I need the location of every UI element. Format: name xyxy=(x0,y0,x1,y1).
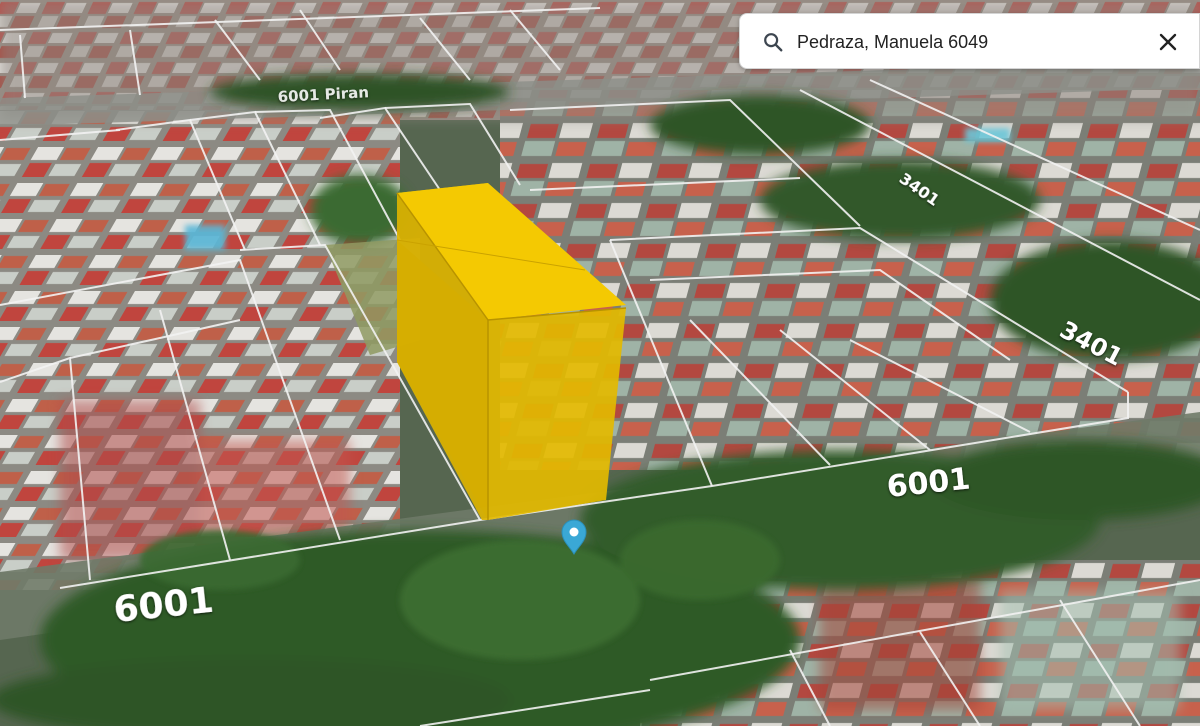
search-bar[interactable]: Pedraza, Manuela 6049 xyxy=(739,13,1200,69)
search-input[interactable]: Pedraza, Manuela 6049 xyxy=(797,30,988,54)
search-icon xyxy=(764,33,783,52)
map-3d-view[interactable]: 6001 Piran 3401 3401 6001 6001 xyxy=(0,0,1200,726)
close-icon xyxy=(1159,33,1177,51)
clear-search-button[interactable] xyxy=(1154,28,1182,56)
